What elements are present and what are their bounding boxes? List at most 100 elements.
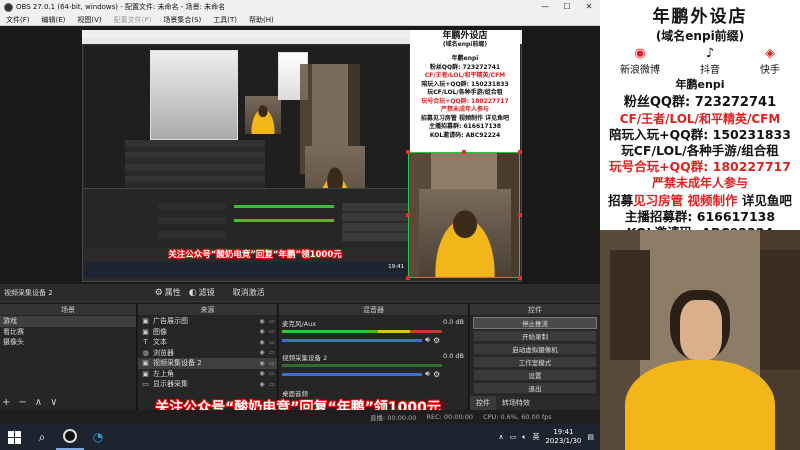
scene-item-game[interactable]: 游戏: [0, 316, 136, 327]
input-language[interactable]: 英: [532, 432, 539, 442]
webcam-feed: [600, 230, 800, 450]
deactivate-button[interactable]: 取消激活: [233, 287, 265, 298]
image-icon: ▣: [142, 327, 149, 336]
mixer-camera-name: 视频采集设备 2: [282, 354, 328, 362]
stop-streaming-button[interactable]: 停止推流: [473, 317, 597, 329]
taskbar-date: 2023/1/30: [545, 437, 582, 445]
source-item[interactable]: T 文本 ◉ ▭: [138, 337, 277, 348]
nested-poster-line-5: 严禁未成年人参与: [440, 106, 489, 113]
lock-icon[interactable]: ▭: [267, 370, 277, 377]
controls-header: 控件: [470, 304, 600, 316]
games-line: CF/王者/LOL/和平精英/CFM: [619, 112, 781, 126]
speaker-icon[interactable]: 🔊︎: [425, 369, 430, 379]
scene-item-match[interactable]: 看比赛: [0, 327, 136, 338]
nested-poster-line-0: 粉丝QQ群: 723272741: [429, 63, 501, 71]
source-item[interactable]: ▭ 显示器采集 ◉ ▭: [138, 379, 277, 390]
search-button[interactable]: ⌕: [28, 424, 56, 450]
eye-icon[interactable]: ◉: [257, 370, 267, 377]
source-label: 文本: [153, 338, 167, 347]
mixer-mic-slider[interactable]: [282, 338, 422, 342]
eye-icon[interactable]: ◉: [257, 339, 267, 346]
nested-poster-line-7: 主播招募群: 616617138: [428, 123, 502, 130]
taskbar-edge[interactable]: ◔: [84, 424, 112, 450]
tray-chevron-icon[interactable]: ∧: [499, 433, 504, 441]
filters-button[interactable]: ◐ 滤镜: [189, 287, 215, 298]
menu-file[interactable]: 文件(F): [0, 15, 36, 25]
recruit-part-0: 招募: [608, 193, 634, 208]
scene-item-camera[interactable]: 摄像头: [0, 337, 136, 348]
exit-button[interactable]: 退出: [473, 382, 597, 394]
tab-transitions[interactable]: 转场特效: [496, 396, 536, 410]
resize-handle-top[interactable]: [462, 150, 466, 154]
edge-icon: ◔: [92, 430, 104, 444]
resize-handle-tr[interactable]: [518, 150, 522, 154]
menu-tools[interactable]: 工具(T): [207, 15, 243, 25]
lock-icon[interactable]: ▭: [267, 349, 277, 356]
source-item[interactable]: ▣ 左上角 ◉ ▭: [138, 369, 277, 380]
camera-icon: ▣: [142, 359, 149, 368]
lock-icon[interactable]: ▭: [267, 328, 277, 335]
resize-handle-bl[interactable]: [406, 276, 410, 280]
lock-icon[interactable]: ▭: [267, 381, 277, 388]
camera-source-selected[interactable]: [408, 152, 520, 278]
source-item[interactable]: ◍ 浏览器 ◉ ▭: [138, 348, 277, 359]
minimize-button[interactable]: —: [534, 0, 556, 14]
move-scene-up-button[interactable]: ∧: [35, 397, 42, 408]
lock-icon[interactable]: ▭: [267, 360, 277, 367]
gear-icon[interactable]: ⚙: [433, 336, 440, 345]
add-scene-button[interactable]: +: [2, 397, 10, 408]
weibo-icon: ◉: [634, 46, 646, 61]
nested-taskbar: 19:41: [84, 262, 410, 278]
social-douyin-label: 抖音: [700, 65, 720, 76]
lock-icon[interactable]: ▭: [267, 318, 277, 325]
settings-button[interactable]: 设置: [473, 369, 597, 381]
webcam-person-hoodie: [625, 360, 775, 450]
eye-icon[interactable]: ◉: [257, 349, 267, 356]
speaker-icon[interactable]: 🔊︎: [425, 335, 430, 345]
nested-thumb-poster: [150, 50, 238, 140]
eye-icon[interactable]: ◉: [257, 381, 267, 388]
lock-icon[interactable]: ▭: [267, 339, 277, 346]
companion-qq-group: 陪玩入玩+QQ群: 150231833: [609, 127, 791, 142]
menu-help[interactable]: 帮助(H): [243, 15, 280, 25]
maximize-button[interactable]: ☐: [556, 0, 578, 14]
eye-icon[interactable]: ◉: [257, 328, 267, 335]
menu-profile[interactable]: 配置文件(P): [108, 15, 158, 25]
sources-header: 来源: [138, 304, 277, 316]
notification-icon[interactable]: ▤: [587, 433, 594, 441]
mixer-track-camera: 视频采集设备 2 0.0 dB 🔊︎ ⚙: [279, 352, 467, 379]
nested-poster-subtitle: (域名enpi前缀): [442, 40, 488, 48]
social-kuaishou: ◈ 快手: [760, 46, 780, 76]
resize-handle-left[interactable]: [406, 213, 410, 217]
menu-edit[interactable]: 编辑(E): [36, 15, 72, 25]
start-recording-button[interactable]: 开始录制: [473, 330, 597, 342]
minor-warning: 严禁未成年人参与: [651, 176, 748, 190]
menu-view[interactable]: 视图(V): [71, 15, 107, 25]
recruit-part-3: 详见鱼吧: [741, 193, 792, 208]
close-button[interactable]: ✕: [578, 0, 600, 14]
eye-icon[interactable]: ◉: [257, 360, 267, 367]
start-button[interactable]: [0, 424, 28, 450]
resize-handle-br[interactable]: [518, 276, 522, 280]
volume-icon[interactable]: 🔈︎: [522, 433, 526, 442]
source-item[interactable]: ▣ 广告展示图 ◉ ▭: [138, 316, 277, 327]
network-icon[interactable]: ▭: [510, 433, 517, 441]
source-item[interactable]: ▣ 视频采集设备 2 ◉ ▭: [138, 358, 277, 369]
nested-poster-line-3: 玩CF/LOL/各种手游/组合租: [427, 89, 503, 96]
remove-scene-button[interactable]: −: [18, 397, 26, 408]
menu-scene-collection[interactable]: 场景集合(S): [157, 15, 207, 25]
studio-mode-button[interactable]: 工作室模式: [473, 356, 597, 368]
eye-icon[interactable]: ◉: [257, 318, 267, 325]
start-virtual-camera-button[interactable]: 启动虚拟摄像机: [473, 343, 597, 355]
properties-button[interactable]: ⚙ 属性: [155, 287, 181, 298]
gear-icon[interactable]: ⚙: [433, 370, 440, 379]
mixer-camera-slider[interactable]: [282, 372, 422, 376]
nested-caption-top: [150, 170, 280, 180]
nested-time: 19:41: [388, 264, 404, 270]
taskbar-obs[interactable]: [56, 424, 84, 450]
source-item[interactable]: ▣ 图像 ◉ ▭: [138, 327, 277, 338]
taskbar-clock[interactable]: 19:41 2023/1/30: [545, 428, 581, 446]
move-scene-down-button[interactable]: ∨: [50, 397, 57, 408]
resize-handle-tl[interactable]: [406, 150, 410, 154]
resize-handle-right[interactable]: [518, 213, 522, 217]
